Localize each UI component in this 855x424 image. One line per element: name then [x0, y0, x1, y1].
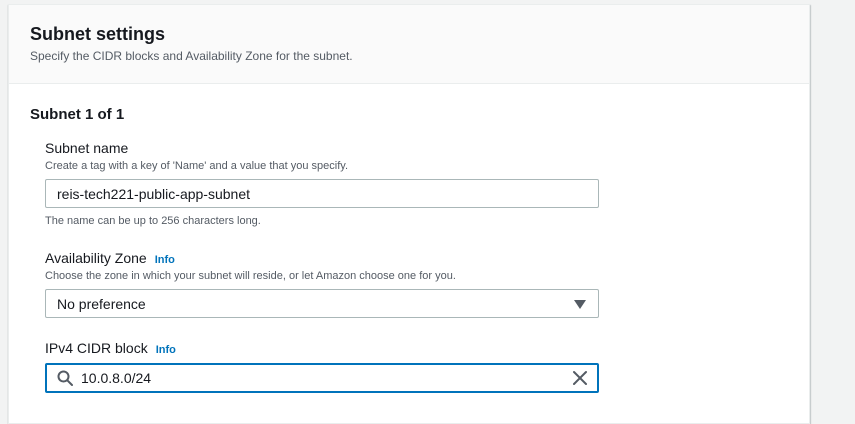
panel-description: Specify the CIDR blocks and Availability…	[30, 49, 353, 63]
subnet-name-label: Subnet name	[45, 140, 129, 156]
ipv4-cidr-label: IPv4 CIDR block Info	[45, 340, 176, 356]
availability-zone-select[interactable]: No preference	[45, 289, 599, 318]
ipv4-cidr-input[interactable]: 10.0.8.0/24	[45, 363, 599, 393]
close-icon[interactable]	[572, 370, 588, 386]
search-icon	[57, 370, 73, 386]
panel-title: Subnet settings	[30, 24, 166, 44]
availability-zone-label-text: Availability Zone	[45, 250, 147, 266]
subnet-settings-panel: Subnet settings Specify the CIDR blocks …	[8, 4, 810, 424]
ipv4-cidr-value: 10.0.8.0/24	[81, 370, 152, 386]
ipv4-cidr-info-link[interactable]: Info	[156, 344, 176, 356]
subnet-heading: Subnet 1 of 1	[30, 106, 125, 123]
subnet-name-description: Create a tag with a key of 'Name' and a …	[45, 160, 348, 172]
availability-zone-info-link[interactable]: Info	[155, 254, 175, 266]
ipv4-cidr-label-text: IPv4 CIDR block	[45, 340, 148, 356]
panel-header: Subnet settings Specify the CIDR blocks …	[9, 5, 809, 84]
subnet-name-value: reis-tech221-public-app-subnet	[57, 186, 250, 202]
subnet-name-constraint: The name can be up to 256 characters lon…	[45, 215, 261, 227]
availability-zone-label: Availability Zone Info	[45, 250, 175, 266]
subnet-name-input[interactable]: reis-tech221-public-app-subnet	[45, 179, 599, 208]
availability-zone-selected: No preference	[57, 296, 146, 312]
availability-zone-description: Choose the zone in which your subnet wil…	[45, 270, 456, 282]
caret-down-icon	[574, 300, 586, 309]
